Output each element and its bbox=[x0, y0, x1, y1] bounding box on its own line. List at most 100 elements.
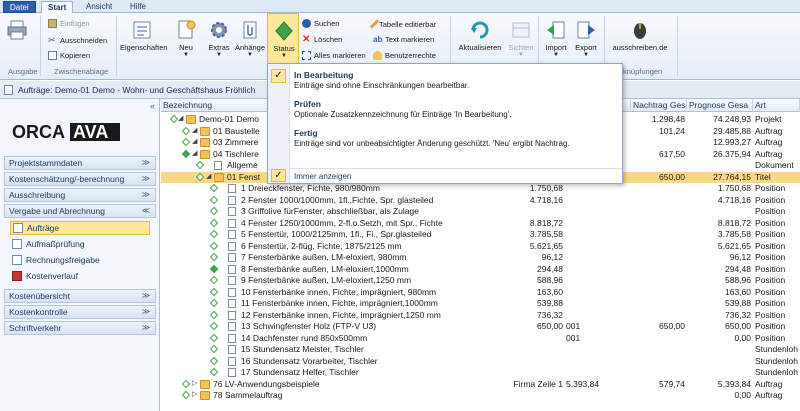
alles-markieren-button[interactable]: Alles markieren bbox=[302, 51, 366, 60]
menu-item-immer-anzeigen[interactable]: Immer anzeigen bbox=[294, 172, 351, 181]
views-icon bbox=[512, 22, 530, 38]
neu-button[interactable]: Neu ▼ bbox=[174, 19, 198, 58]
collapse-panel-icon[interactable]: « bbox=[150, 101, 155, 111]
table-row[interactable]: 6 Fenstertür, 2-flüg, Fichte, 1875/2125 … bbox=[161, 241, 800, 253]
suchen-button[interactable]: Suchen bbox=[302, 19, 339, 28]
expand-toggle-icon[interactable]: ◢ bbox=[192, 126, 197, 134]
cell-prognose bbox=[687, 367, 751, 379]
print-button[interactable] bbox=[6, 19, 28, 43]
cell-art: Auftrag bbox=[755, 378, 783, 389]
menu-separator bbox=[290, 168, 622, 169]
table-row[interactable]: 10 Fensterbänke innen, Fichte, imprägnie… bbox=[161, 287, 800, 299]
eigenschaften-button[interactable]: Eigenschaften bbox=[120, 19, 168, 52]
tabelle-editierbar-button[interactable]: Tabelle editierbar bbox=[369, 19, 436, 29]
nav-section-kostenkontrolle[interactable]: Kostenkontrolle ≫ bbox=[4, 305, 156, 319]
tab-datei[interactable]: Datei bbox=[3, 1, 36, 13]
ausschreiben-button[interactable]: ausschreiben.de bbox=[609, 19, 671, 52]
status-diamond-icon bbox=[209, 344, 219, 354]
cut-button[interactable]: ✂ Ausschneiden bbox=[48, 36, 108, 46]
cell-prognose: 736,32 bbox=[725, 309, 751, 320]
tab-hilfe[interactable]: Hilfe bbox=[124, 1, 152, 13]
properties-icon bbox=[133, 21, 151, 39]
menu-item-fertig[interactable]: Fertig bbox=[294, 128, 318, 138]
table-row[interactable]: 15 Stundensatz Meister, Tischler Stundenl… bbox=[161, 344, 800, 356]
cell-einheitspreis: 294,48 bbox=[537, 263, 563, 274]
anhaenge-button[interactable]: Anhänge ▼ bbox=[234, 19, 266, 58]
menu-item-desc: Einträge sind ohne Einschränkungen bearb… bbox=[294, 81, 470, 90]
table-row[interactable]: 3 Griffolive fürFenster, abschließbar, a… bbox=[161, 206, 800, 218]
column-header-art[interactable]: Art bbox=[753, 99, 800, 112]
import-button[interactable]: Import ▼ bbox=[542, 19, 570, 58]
loeschen-button[interactable]: ✕ Löschen bbox=[302, 35, 342, 45]
nav-item-aufmasspruefung[interactable]: Aufmaßprüfung bbox=[12, 237, 85, 251]
nav-section-label: Ausschreibung bbox=[9, 190, 66, 200]
nav-section-schriftverkehr[interactable]: Schriftverkehr ≫ bbox=[4, 321, 156, 335]
table-row[interactable]: 12 Fensterbänke innen, Fichte, imprägnie… bbox=[161, 310, 800, 322]
nav-section-kostenschaetzung[interactable]: Kostenschätzung/-berechnung ≫ bbox=[4, 172, 156, 186]
status-button[interactable]: Status ▼ bbox=[267, 13, 299, 64]
extras-button[interactable]: Extras ▼ bbox=[205, 19, 233, 58]
expand-toggle-icon[interactable]: ◢ bbox=[192, 137, 197, 145]
expand-toggle-icon[interactable]: ▷ bbox=[192, 390, 197, 398]
expand-toggle-icon[interactable]: ◢ bbox=[192, 149, 197, 157]
table-row[interactable]: 7 Fensterbänke außen, LM-eloxiert, 980mm… bbox=[161, 252, 800, 264]
table-row[interactable]: 4 Fenster 1250/1000mm, 2-fl.o.Setzh, mit… bbox=[161, 218, 800, 230]
cell-prognose bbox=[687, 344, 751, 356]
copy-button[interactable]: Kopieren bbox=[48, 51, 90, 60]
table-row[interactable]: 9 Fensterbänke außen, LM-eloxiert,1250 m… bbox=[161, 275, 800, 287]
nav-item-auftraege[interactable]: Aufträge bbox=[10, 221, 150, 235]
nav-section-projektstammdaten[interactable]: Projektstammdaten ≫ bbox=[4, 156, 156, 170]
table-row[interactable]: 17 Stundensatz Helfer, Tischler Stundenlo… bbox=[161, 367, 800, 379]
table-row[interactable]: ▷ 78 Sammelauftrag 0,00 Auftrag bbox=[161, 390, 800, 402]
menu-item-in-bearbeitung[interactable]: In Bearbeitung bbox=[294, 70, 354, 80]
cell-bezeichnung: 3 Griffolive fürFenster, abschließbar, a… bbox=[241, 206, 419, 216]
ausschreiben-label: ausschreiben.de bbox=[612, 43, 668, 52]
status-diamond-icon bbox=[195, 160, 205, 170]
menu-item-desc: Optionale Zusatzkennzeichnung für Einträ… bbox=[294, 110, 512, 119]
table-row[interactable]: 2 Fenster 1000/1000mm, 1fl.,Fichte, Spr.… bbox=[161, 195, 800, 207]
sichten-button[interactable]: Sichten ▼ bbox=[506, 19, 536, 58]
copy-icon bbox=[48, 51, 57, 60]
table-row[interactable]: 13 Schwingfenster Holz (FTP-V U3) 650,00 0… bbox=[161, 321, 800, 333]
text-select-icon: ab bbox=[373, 35, 383, 44]
neu-label: Neu bbox=[179, 43, 193, 52]
nav-section-vergabe[interactable]: Vergabe und Abrechnung ≪ bbox=[4, 204, 156, 218]
cell-bezeichnung: 4 Fenster 1250/1000mm, 2-fl.o.Setzh, mit… bbox=[241, 217, 443, 228]
expand-toggle-icon[interactable]: ◢ bbox=[206, 172, 211, 180]
table-row[interactable]: 16 Stundensatz Vorarbeiter, Tischler Stun… bbox=[161, 356, 800, 368]
table-row[interactable]: 11 Fensterbänke innen, Fichte, imprägnie… bbox=[161, 298, 800, 310]
cell-nachtrag bbox=[631, 241, 685, 253]
table-row[interactable]: 5 Fenstertür, 1000/2125mm, 1fl., Fi., Sp… bbox=[161, 229, 800, 241]
cell-einheitspreis: 8.818,72 bbox=[529, 217, 563, 228]
cell-nachtrag bbox=[631, 310, 685, 322]
nav-section-kostenuebersicht[interactable]: Kostenübersicht ≫ bbox=[4, 289, 156, 303]
aktualisieren-button[interactable]: Aktualisieren bbox=[455, 19, 505, 52]
paste-label: Einfügen bbox=[60, 19, 90, 28]
position-document-icon bbox=[228, 322, 236, 331]
cell-prognose: 12.993,27 bbox=[713, 137, 751, 147]
expand-toggle-icon[interactable]: ▷ bbox=[192, 379, 197, 387]
table-row[interactable]: 1 Dreieckfenster, Fichte, 980/980mm 1.750… bbox=[161, 183, 800, 195]
status-diamond-icon bbox=[209, 264, 219, 273]
table-row[interactable]: ▷ 76 LV-Anwendungsbeispiele Firma Zeile 15… bbox=[161, 379, 800, 391]
paste-button[interactable]: Einfügen bbox=[48, 19, 90, 28]
nav-item-kostenverlauf[interactable]: Kostenverlauf bbox=[12, 269, 78, 283]
benutzerrechte-button[interactable]: Benutzerrechte bbox=[373, 51, 436, 60]
export-button[interactable]: Export ▼ bbox=[572, 19, 600, 58]
nav-section-ausschreibung[interactable]: Ausschreibung ≫ bbox=[4, 188, 156, 202]
column-header-nachtrag[interactable]: Nachtrag Gesa bbox=[631, 99, 687, 112]
table-row[interactable]: 8 Fensterbänke außen, LM-eloxiert,1000mm… bbox=[161, 264, 800, 276]
text-markieren-button[interactable]: ab Text markieren bbox=[373, 35, 434, 44]
column-header-prognose[interactable]: Prognose Gesa bbox=[687, 99, 753, 112]
cut-label: Ausschneiden bbox=[60, 36, 108, 45]
cell-firma bbox=[566, 275, 630, 287]
nav-item-rechnungsfreigabe[interactable]: Rechnungsfreigabe bbox=[12, 253, 100, 267]
refresh-icon bbox=[471, 21, 489, 39]
expand-toggle-icon[interactable]: ◢ bbox=[178, 114, 183, 122]
tab-ansicht[interactable]: Ansicht bbox=[80, 1, 118, 13]
chevron-down-icon: ▼ bbox=[553, 52, 559, 58]
cell-einheitspreis: 588,96 bbox=[537, 275, 563, 285]
table-row[interactable]: 14 Dachfenster rund 850x500mm 001 0,00 Posi… bbox=[161, 333, 800, 345]
menu-item-pruefen[interactable]: Prüfen bbox=[294, 99, 321, 109]
cell-bezeichnung: 7 Fensterbänke außen, LM-eloxiert, 980mm bbox=[241, 252, 407, 262]
